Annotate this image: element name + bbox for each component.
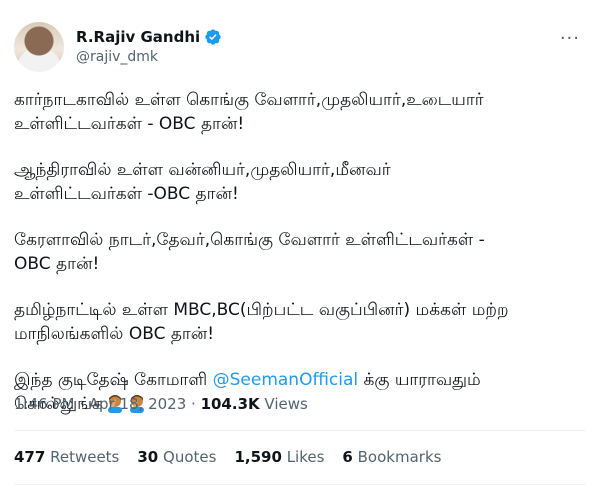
tweet-text-prefix: இந்த குடிதேஷ் கோமாளி xyxy=(14,370,213,390)
author-names: R.Rajiv Gandhi @rajiv_dmk xyxy=(76,27,222,67)
likes-stat[interactable]: 1,590 Likes xyxy=(234,447,324,467)
avatar[interactable] xyxy=(14,22,64,72)
stat-count: 6 xyxy=(342,448,353,466)
mention-link[interactable]: @SeemanOfficial xyxy=(213,370,359,390)
verified-badge-icon xyxy=(205,29,221,45)
stat-count: 30 xyxy=(137,448,159,466)
tweet-paragraph: கார்நாடகாவில் உள்ள கொங்கு வேளார்,முதலியா… xyxy=(14,90,484,134)
stat-label: Quotes xyxy=(163,448,217,466)
stat-count: 477 xyxy=(14,448,46,466)
author-display-name-row[interactable]: R.Rajiv Gandhi xyxy=(76,27,222,47)
tweet-paragraph: தமிழ்நாட்டில் உள்ள MBC,BC(பிற்பட்ட வகுப்… xyxy=(14,300,509,344)
stat-label: Retweets xyxy=(50,448,120,466)
stat-label: Likes xyxy=(286,448,325,466)
divider xyxy=(14,430,586,431)
author-handle[interactable]: @rajiv_dmk xyxy=(76,47,222,67)
stat-count: 1,590 xyxy=(234,448,282,466)
tweet-card: R.Rajiv Gandhi @rajiv_dmk ··· கார்நாடகாவ… xyxy=(0,0,600,500)
views-label: Views xyxy=(259,395,308,413)
divider xyxy=(14,484,586,485)
more-horizontal-icon[interactable]: ··· xyxy=(560,28,580,49)
views-count: 104.3K xyxy=(200,395,260,413)
tweet-body: கார்நாடகாவில் உள்ள கொங்கு வேளார்,முதலியா… xyxy=(14,88,586,416)
retweets-stat[interactable]: 477 Retweets xyxy=(14,447,119,467)
stat-label: Bookmarks xyxy=(357,448,442,466)
bookmarks-stat[interactable]: 6 Bookmarks xyxy=(342,447,441,467)
tweet-header: R.Rajiv Gandhi @rajiv_dmk ··· xyxy=(14,22,586,74)
quotes-stat[interactable]: 30 Quotes xyxy=(137,447,216,467)
engagement-stats: 477 Retweets 30 Quotes 1,590 Likes 6 Boo… xyxy=(14,447,441,467)
tweet-timestamp[interactable]: 1:46 PM · Apr 18, 2023 · xyxy=(14,395,201,413)
author-display-name[interactable]: R.Rajiv Gandhi xyxy=(76,27,200,47)
tweet-paragraph: கேரளாவில் நாடர்,தேவர்,கொங்கு வேளார் உள்ள… xyxy=(14,230,485,274)
tweet-paragraph: ஆந்திராவில் உள்ள வன்னியர்,முதலியார்,மீனவ… xyxy=(14,160,391,204)
tweet-meta: 1:46 PM · Apr 18, 2023 · 104.3K Views xyxy=(14,394,308,414)
